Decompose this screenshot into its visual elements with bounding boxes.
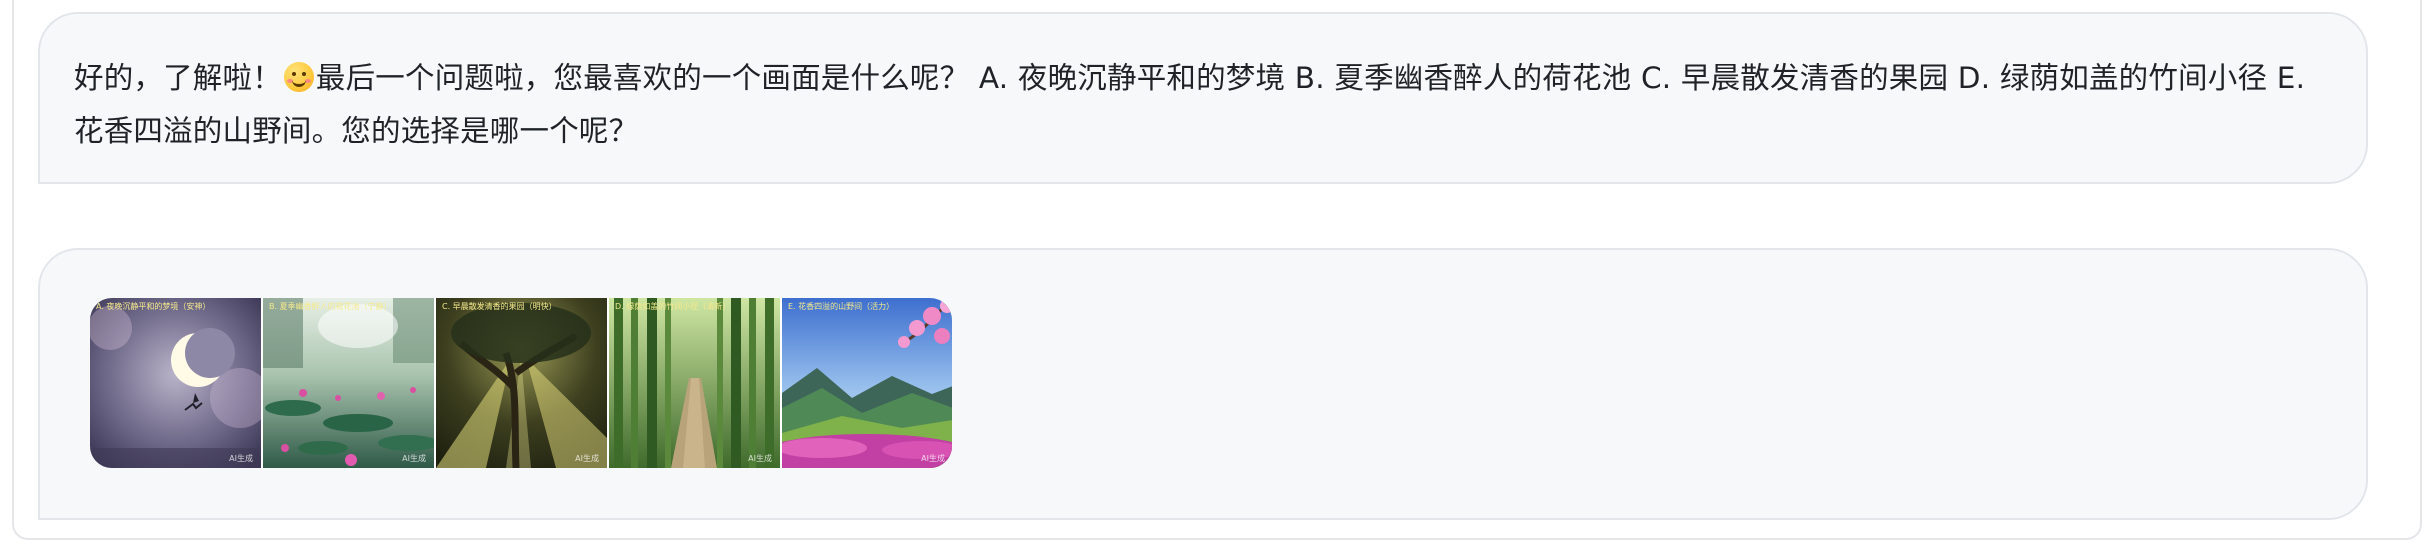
ai-watermark: AI生成: [921, 454, 945, 463]
image-caption: E. 花香四溢的山野间（活力）: [788, 302, 895, 311]
ai-watermark: AI生成: [748, 454, 772, 463]
image-caption: B. 夏季幽香醉人的荷花池（宁静）: [269, 302, 392, 311]
assistant-image-bubble: A. 夜晚沉静平和的梦境（安神） AI生成 B. 夏季幽香醉人的荷花池（宁静） …: [38, 248, 2368, 520]
ai-watermark: AI生成: [229, 454, 253, 463]
image-option-b[interactable]: B. 夏季幽香醉人的荷花池（宁静） AI生成: [263, 298, 434, 468]
image-option-d[interactable]: D. 绿荫如盖的竹间小径（清新） AI生成: [609, 298, 780, 468]
image-caption: C. 早晨散发清香的果园（明快）: [442, 302, 557, 311]
message-text-part-2: 最后一个问题啦，您最喜欢的一个画面是什么呢？ A. 夜晚沉静平和的梦境 B. 夏…: [74, 61, 2306, 148]
moonlit-night-image: [90, 298, 261, 468]
bamboo-path-image: [609, 298, 780, 468]
message-text-part-1: 好的，了解啦！: [74, 61, 282, 95]
image-strip: A. 夜晚沉静平和的梦境（安神） AI生成 B. 夏季幽香醉人的荷花池（宁静） …: [90, 298, 952, 468]
image-option-c[interactable]: C. 早晨散发清香的果园（明快） AI生成: [436, 298, 607, 468]
lotus-pond-image: [263, 298, 434, 468]
image-caption: D. 绿荫如盖的竹间小径（清新）: [615, 302, 731, 311]
smiling-face-icon: [283, 62, 314, 92]
image-caption: A. 夜晚沉静平和的梦境（安神）: [96, 302, 211, 311]
morning-orchard-image: [436, 298, 607, 468]
assistant-message-bubble: 好的，了解啦！ 最后一个问题啦，您最喜欢的一个画面是什么呢？ A. 夜晚沉静平和的…: [38, 12, 2368, 184]
image-option-e[interactable]: E. 花香四溢的山野间（活力） AI生成: [782, 298, 952, 468]
ai-watermark: AI生成: [575, 454, 599, 463]
ai-watermark: AI生成: [402, 454, 426, 463]
flowery-mountains-image: [782, 298, 952, 468]
message-text: 好的，了解啦！ 最后一个问题啦，您最喜欢的一个画面是什么呢？ A. 夜晚沉静平和的…: [74, 52, 2332, 158]
image-option-a[interactable]: A. 夜晚沉静平和的梦境（安神） AI生成: [90, 298, 261, 468]
